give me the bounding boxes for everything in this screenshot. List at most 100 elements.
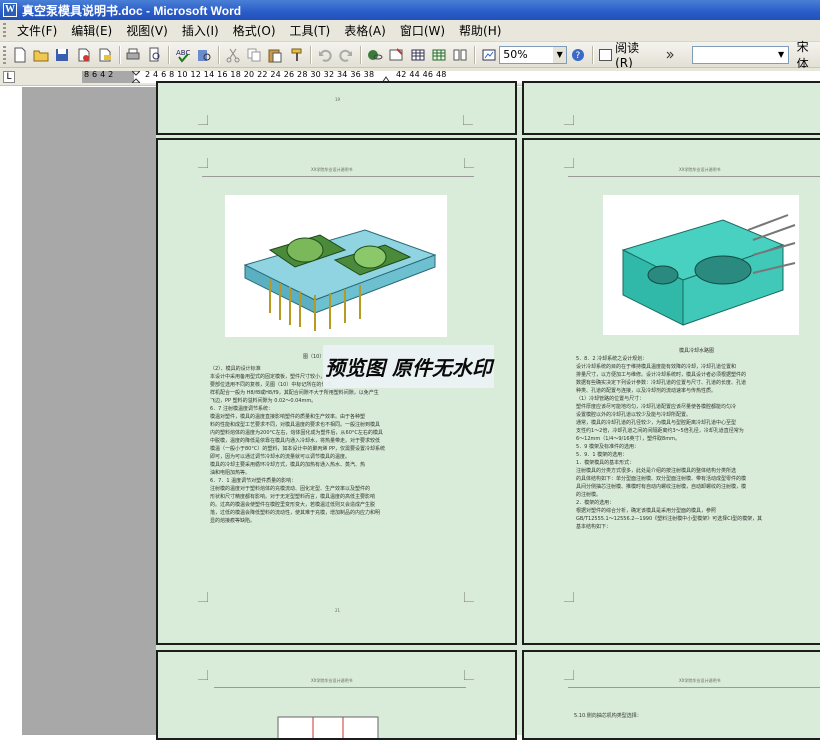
print-icon[interactable] <box>124 45 143 65</box>
save-icon[interactable] <box>53 45 72 65</box>
text-line: 5．9 模架及标准件的选用： <box>576 444 639 450</box>
title-bar: W 真空泵模具说明书.doc - Microsoft Word <box>0 0 820 20</box>
format-painter-icon[interactable] <box>287 45 306 65</box>
mold-3d-image <box>225 195 447 337</box>
text-line: 显的熔接痕等缺陷。 <box>210 518 256 524</box>
pages-area[interactable]: 19 XX学院毕业设计说明书 图（10） （2）、模具的设计标准 本设计中采用备… <box>156 81 820 740</box>
word-icon: W <box>3 3 17 17</box>
menu-insert[interactable]: 插入(I) <box>175 20 226 41</box>
menu-format[interactable]: 格式(O) <box>226 20 283 41</box>
ruler-right-numbers: 2 4 6 8 10 12 14 16 18 20 22 24 26 28 30… <box>145 70 375 79</box>
help-icon[interactable]: ? <box>568 45 587 65</box>
redo-icon[interactable] <box>337 45 356 65</box>
menu-view[interactable]: 视图(V) <box>119 20 175 41</box>
text-line: 注射模的温度对于塑料熔体的充模流动、固化定型、生产效率以及塑件的 <box>210 486 371 492</box>
zoom-value: 50% <box>503 48 528 61</box>
text-line: 模温（一般小于80°C）的塑料，如本设计中的聚丙烯 PP，仅需要设置冷却系统 <box>210 446 385 452</box>
ruler-tail-numbers: 42 44 46 48 <box>396 70 447 79</box>
text-line: 塑件厚度应该尽可能地均匀，冷却孔道配置应该尽量使各模腔都能均匀冷 <box>576 404 737 410</box>
toolbar-grip[interactable] <box>3 45 6 64</box>
text-line: 中脱模，温度的降低是依靠在模具内通入冷却水，将热量带走。对于要求较低 <box>210 438 381 444</box>
font-name[interactable]: 宋体 <box>797 38 820 72</box>
cut-icon[interactable] <box>223 45 242 65</box>
chevron-down-icon[interactable]: ▼ <box>553 46 567 63</box>
zoom-combo[interactable]: 50% ▼ <box>499 45 568 64</box>
text-line: 即可，因为可以通过调节冷却水的流量就可以调节模具的温度。 <box>210 454 351 460</box>
tables-borders-icon[interactable] <box>387 45 406 65</box>
toolbar-separator <box>360 45 362 64</box>
page-mid-right[interactable]: XX学院毕业设计说明书 模具冷却水路图 5．8．2 冷却系统之设计规划： 设计冷… <box>522 138 820 645</box>
text-line: 落，过低的模温会降低塑料的流动性，使其难于充模，增加制品的内应力和明 <box>210 510 381 516</box>
page-top-left[interactable]: 19 <box>156 81 517 135</box>
document-workspace[interactable]: 19 XX学院毕业设计说明书 图（10） （2）、模具的设计标准 本设计中采用备… <box>0 81 820 740</box>
page-number: 21 <box>335 608 341 613</box>
menu-grip[interactable] <box>3 22 6 39</box>
menu-edit[interactable]: 编辑(E) <box>64 20 119 41</box>
permission-icon[interactable] <box>74 45 93 65</box>
corner-mark <box>564 670 574 680</box>
open-icon[interactable] <box>31 45 50 65</box>
corner-mark <box>464 670 474 680</box>
text-line: 设计冷却系统的目的在于维持模具温度能有效降的冷却，冷却孔道位置和 <box>576 364 737 370</box>
header-rule <box>214 687 466 688</box>
cooling-3d-image <box>603 195 799 335</box>
chevron-down-icon[interactable]: ▼ <box>775 47 788 63</box>
text-line: 形状和尺寸精度都有影响。对于无定型塑料而言，模具温度的高低主要影响 <box>210 494 376 500</box>
menu-tools[interactable]: 工具(T) <box>283 20 338 41</box>
hyperlink-icon[interactable] <box>365 45 384 65</box>
text-line: 基本结构如下： <box>576 524 612 530</box>
window-title: 真空泵模具说明书.doc - Microsoft Word <box>22 3 242 18</box>
read-button[interactable]: 阅读(R) <box>596 39 659 70</box>
text-line: 通常，模具的冷却孔道的孔径较少，为模具与型腔距离冷却孔道中心至型 <box>576 420 737 426</box>
text-line: 的注射模。 <box>576 492 602 498</box>
text-line: 5．8．2 冷却系统之设计规划： <box>576 356 648 362</box>
page-top-right[interactable] <box>522 81 820 135</box>
corner-mark <box>463 115 473 125</box>
print-preview-icon[interactable] <box>145 45 164 65</box>
corner-mark <box>198 115 208 125</box>
corner-mark <box>564 158 574 168</box>
text-line: 飞边，PP 塑料的溢料间隙为 0.02～0.04mm。 <box>210 398 317 404</box>
menu-file[interactable]: 文件(F) <box>10 20 64 41</box>
insert-excel-icon[interactable] <box>429 45 448 65</box>
indent-marker[interactable] <box>132 71 140 83</box>
menu-window[interactable]: 窗口(W) <box>393 20 452 41</box>
page-bottom-right[interactable]: XX学院毕业设计说明书 5.10.侧向抽芯机构类型选择： <box>522 650 820 740</box>
book-icon <box>598 48 613 61</box>
undo-icon[interactable] <box>315 45 334 65</box>
toolbar-separator <box>168 45 170 64</box>
menu-help[interactable]: 帮助(H) <box>452 20 508 41</box>
tab-selector[interactable]: L <box>3 71 15 83</box>
email-icon[interactable] <box>95 45 114 65</box>
corner-mark <box>464 158 474 168</box>
menu-bar: 文件(F) 编辑(E) 视图(V) 插入(I) 格式(O) 工具(T) 表格(A… <box>0 20 820 42</box>
text-line: 注射模具的分类方式很多，此处是介绍的按注射模具的整体结构分类所选 <box>576 468 737 474</box>
page-header: XX学院毕业设计说明书 <box>679 167 721 172</box>
corner-mark <box>198 158 208 168</box>
research-icon[interactable] <box>195 45 214 65</box>
text-line: 6．7 注射模温度调节系统： <box>210 406 273 412</box>
text-line: 数据有些确实决定下列设计参数：冷却孔道的位置与尺寸、孔道的长度、孔道 <box>576 380 747 386</box>
header-rule <box>568 687 820 688</box>
header-rule <box>568 176 820 177</box>
text-line: 5．9．1 模架的选用： <box>576 452 628 458</box>
toolbar-separator <box>473 45 475 64</box>
copy-icon[interactable] <box>244 45 263 65</box>
drawing-icon[interactable] <box>479 45 498 65</box>
figure-caption: 模具冷却水路图 <box>679 348 715 354</box>
paste-icon[interactable] <box>266 45 285 65</box>
columns-icon[interactable] <box>451 45 470 65</box>
text-line: 具间分侧抽芯注射模、推模时有自动内螺纹注射模，自动卸螺纹的注射模，模 <box>576 484 747 490</box>
insert-table-icon[interactable] <box>408 45 427 65</box>
style-combo[interactable]: ▼ <box>691 45 789 64</box>
page-mid-left[interactable]: XX学院毕业设计说明书 图（10） （2）、模具的设计标准 本设计中采用备用型式… <box>156 138 517 645</box>
text-line: 设置模腔以外的冷却孔道以较少及能与冷却所配置。 <box>576 412 692 418</box>
toolbar-options-icon[interactable] <box>659 45 678 65</box>
text-line: 排量尺寸，以方便加工与维修。设计冷却系统时，模具设计者必须根据塑件的 <box>576 372 747 378</box>
new-icon[interactable] <box>10 45 29 65</box>
page-bottom-left[interactable]: XX学院毕业设计说明书 <box>156 650 517 740</box>
spelling-icon[interactable]: ABC <box>173 45 192 65</box>
text-line: 油和电阻加热等。 <box>210 470 251 476</box>
menu-table[interactable]: 表格(A) <box>337 20 393 41</box>
page-gutter <box>22 87 156 735</box>
